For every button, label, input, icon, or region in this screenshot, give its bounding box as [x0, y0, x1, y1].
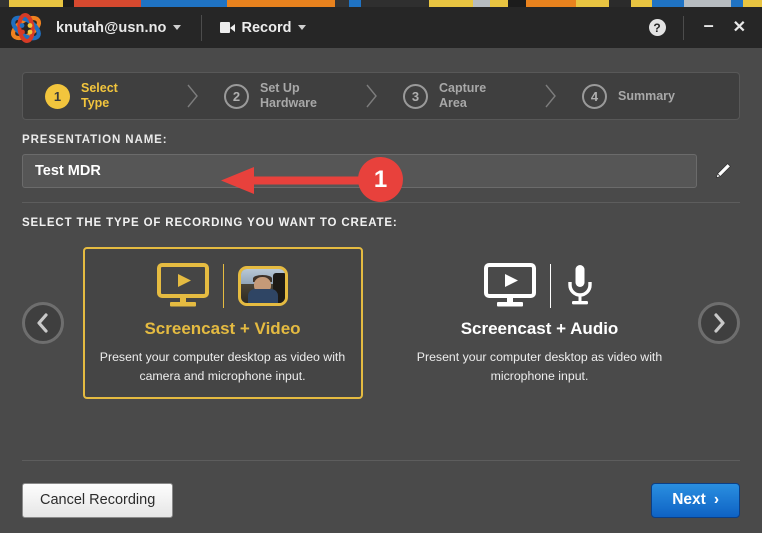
- card-screencast-audio[interactable]: Screencast + Audio Present your computer…: [400, 247, 680, 399]
- record-menu[interactable]: Record: [219, 19, 307, 36]
- wizard-stepper: 1 Select Type 2 Set Up Hardware 3 Captur…: [22, 72, 740, 120]
- step-3-capture-area[interactable]: 3 Capture Area: [381, 73, 560, 119]
- edit-pencil-icon[interactable]: [706, 156, 740, 186]
- presentation-name-row: [22, 154, 740, 188]
- card-2-title: Screencast + Audio: [460, 319, 619, 339]
- recording-type-carousel: Screencast + Video Present your computer…: [0, 243, 762, 403]
- section-divider: [22, 202, 740, 203]
- wizard-footer: Cancel Recording Next ›: [22, 481, 740, 519]
- select-type-label: SELECT THE TYPE OF RECORDING YOU WANT TO…: [22, 217, 398, 229]
- card-2-icon-divider: [550, 264, 551, 309]
- monitor-play-icon: [157, 263, 209, 307]
- card-1-title: Screencast + Video: [144, 319, 301, 339]
- video-camera-icon: [219, 22, 235, 33]
- chevron-right-icon: [714, 313, 725, 333]
- step-chevron-icon: [187, 84, 198, 108]
- recording-type-cards: Screencast + Video Present your computer…: [64, 243, 698, 403]
- step-3-label: Capture Area: [439, 81, 487, 110]
- step-1-select-type[interactable]: 1 Select Type: [23, 73, 202, 119]
- step-chevron-icon: [366, 84, 377, 108]
- titlebar-divider: [200, 14, 202, 41]
- step-4-label: Summary: [618, 88, 675, 103]
- card-1-icons: [157, 261, 288, 311]
- microphone-icon: [568, 265, 592, 305]
- minimize-button[interactable]: –: [701, 16, 717, 34]
- footer-divider: [22, 460, 740, 461]
- webcam-preview: [238, 266, 288, 307]
- help-icon[interactable]: ?: [648, 19, 666, 36]
- presentation-name-label: PRESENTATION NAME:: [22, 134, 168, 146]
- monitor-play-icon: [484, 263, 536, 307]
- step-4-summary[interactable]: 4 Summary: [560, 73, 739, 119]
- card-1-icon-divider: [223, 264, 224, 309]
- card-2-description: Present your computer desktop as video w…: [416, 350, 663, 383]
- step-1-label: Select Type: [81, 81, 118, 110]
- next-button-label: Next: [672, 491, 706, 508]
- titlebar-divider-2: [682, 15, 684, 40]
- next-button[interactable]: Next ›: [651, 482, 740, 518]
- wizard-body: 1 Select Type 2 Set Up Hardware 3 Captur…: [0, 48, 762, 533]
- app-logo-icon: [9, 11, 43, 45]
- carousel-next-button[interactable]: [698, 302, 740, 344]
- account-menu[interactable]: knutah@usn.no: [56, 20, 181, 36]
- card-1-description: Present your computer desktop as video w…: [99, 350, 346, 383]
- window-controls: ? – ✕: [648, 15, 762, 40]
- step-chevron-icon: [545, 84, 556, 108]
- step-3-number: 3: [403, 83, 428, 109]
- chevron-right-icon: ›: [713, 491, 719, 508]
- card-screencast-video[interactable]: Screencast + Video Present your computer…: [82, 247, 363, 399]
- chevron-left-icon: [37, 313, 48, 333]
- step-2-number: 2: [224, 83, 249, 109]
- step-2-label: Set Up Hardware: [260, 81, 317, 110]
- step-1-number: 1: [45, 83, 70, 109]
- recording-wizard-window: knutah@usn.no Record ? – ✕ 1 Select Type: [0, 0, 762, 533]
- step-2-set-up-hardware[interactable]: 2 Set Up Hardware: [202, 73, 381, 119]
- close-button[interactable]: ✕: [730, 19, 749, 36]
- title-bar: knutah@usn.no Record ? – ✕: [0, 7, 762, 48]
- desktop-color-strip: [0, 0, 762, 7]
- presentation-name-input[interactable]: [22, 154, 697, 188]
- chevron-down-icon: [298, 25, 307, 30]
- cancel-recording-button[interactable]: Cancel Recording: [22, 482, 174, 518]
- account-email: knutah@usn.no: [56, 19, 167, 36]
- chevron-down-icon: [172, 25, 181, 30]
- card-2-icons: [484, 261, 595, 311]
- step-4-number: 4: [582, 83, 607, 109]
- record-menu-label: Record: [241, 19, 292, 36]
- carousel-prev-button[interactable]: [22, 302, 64, 344]
